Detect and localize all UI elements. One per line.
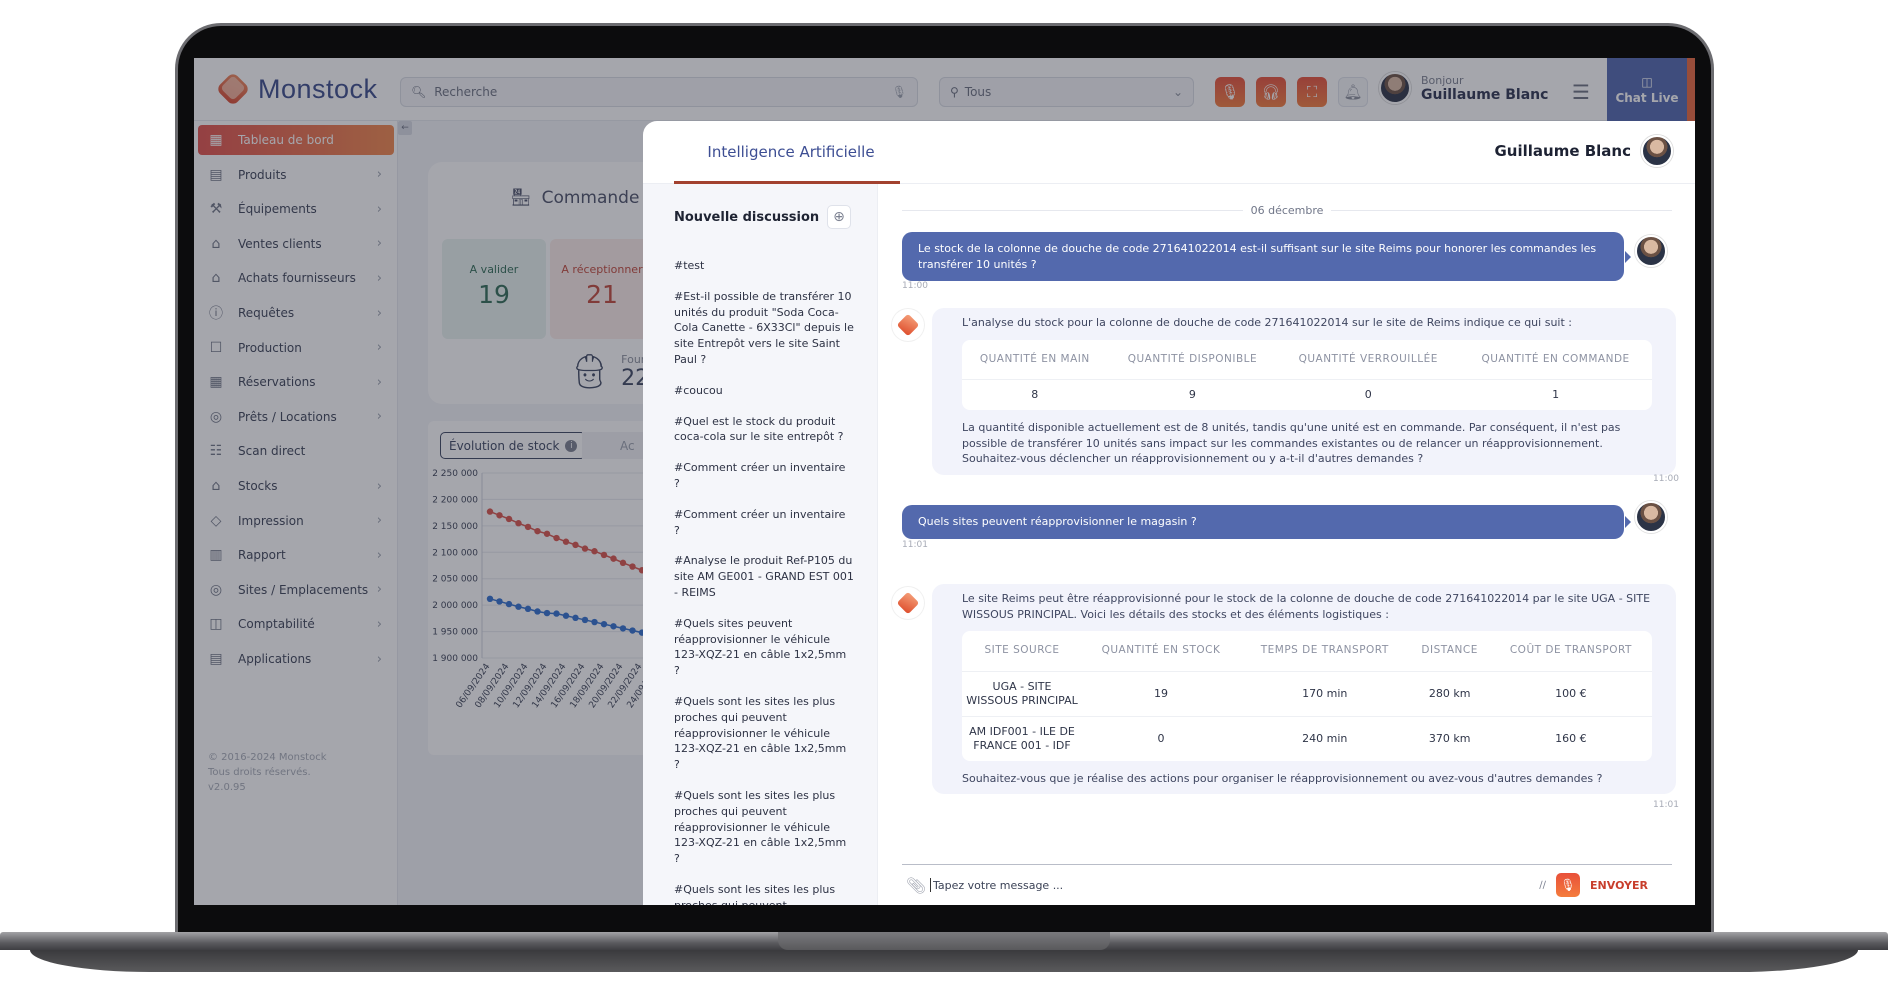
table-cell: 370 km	[1428, 731, 1471, 745]
microphone-icon: 🎙︎	[1560, 878, 1576, 892]
user-message: Le stock de la colonne de douche de code…	[902, 232, 1631, 281]
conversation-list: Nouvelle discussion ⊕ #test #Est-il possi…	[643, 184, 878, 905]
table-header: QUANTITÉ EN STOCK	[1082, 631, 1240, 672]
paperclip-icon[interactable]: 📎︎	[902, 876, 930, 895]
avatar	[1641, 135, 1673, 167]
ai-header: Intelligence Artificielle Guillaume Blan…	[643, 121, 1695, 184]
bot-avatar-icon	[892, 309, 924, 341]
user-message: Quels sites peuvent réapprovisionner le …	[902, 505, 1631, 539]
table-header: QUANTITÉ EN MAIN	[962, 339, 1108, 380]
avatar	[1635, 235, 1667, 267]
conversation-item[interactable]: #Quel est le stock du produit coca-cola …	[674, 414, 854, 446]
bot-message: Le site Reims peut être réapprovisionné …	[932, 584, 1676, 794]
message-input[interactable]	[930, 878, 1540, 892]
message-intro: Le site Reims peut être réapprovisionné …	[962, 592, 1651, 621]
table-row: 8 9 0 1	[962, 380, 1652, 411]
date-separator: 06 décembre	[902, 203, 1672, 217]
message-text: Quels sites peuvent réapprovisionner le …	[918, 515, 1197, 528]
new-discussion-label: Nouvelle discussion	[674, 210, 820, 225]
conversation-item[interactable]: #Quels sites peuvent réapprovisionner le…	[674, 616, 854, 679]
message-composer: 📎︎ ∕∕ 🎙︎ ENVOYER	[902, 865, 1672, 905]
ai-user: Guillaume Blanc	[1494, 135, 1673, 167]
table-cell: AM IDF001 - ILE DE FRANCE 001 - IDF	[969, 724, 1075, 752]
table-cell: 240 min	[1302, 731, 1348, 745]
laptop-notch	[778, 932, 1110, 950]
message-intro: L'analyse du stock pour la colonne de do…	[962, 316, 1572, 329]
table-row: AM IDF001 - ILE DE FRANCE 001 - IDF 0 240 …	[962, 716, 1652, 761]
conversation-item[interactable]: #Quels sont les sites les plus proches q…	[674, 788, 854, 867]
table-cell: 0	[1157, 731, 1165, 745]
conversation-item[interactable]: #Comment créer un inventaire ?	[674, 460, 854, 492]
resize-handle-icon[interactable]: ∕∕	[1539, 880, 1546, 891]
sites-table: SITE SOURCE QUANTITÉ EN STOCK TEMPS DE TRA…	[962, 631, 1652, 761]
bot-avatar-icon	[892, 587, 924, 619]
ai-panel: Intelligence Artificielle Guillaume Blan…	[643, 121, 1695, 905]
table-header: DISTANCE	[1409, 631, 1490, 672]
conversation-item[interactable]: #test	[674, 258, 854, 274]
table-header: QUANTITÉ EN COMMANDE	[1459, 339, 1652, 380]
table-cell: 100 €	[1489, 671, 1652, 717]
conversation-items: #test #Est-il possible de transférer 10 u…	[674, 258, 854, 905]
chat-area: 06 décembre Le stock de la colonne de do…	[878, 184, 1695, 905]
conversation-item[interactable]: #Quels sont les sites les plus proches q…	[674, 882, 854, 905]
tab-ai[interactable]: Intelligence Artificielle	[675, 143, 907, 184]
table-cell: 1	[1552, 388, 1560, 401]
laptop-bottom	[30, 950, 1858, 972]
conversation-item[interactable]: #Est-il possible de transférer 10 unités…	[674, 289, 854, 368]
plus-circle-icon: ⊕	[833, 209, 845, 225]
voice-input-button[interactable]: 🎙︎	[1556, 873, 1581, 897]
send-button[interactable]: ENVOYER	[1590, 879, 1648, 892]
new-discussion-button[interactable]: ⊕	[827, 205, 851, 229]
table-cell: 8	[1031, 388, 1039, 401]
table-cell: UGA - SITE WISSOUS PRINCIPAL	[962, 671, 1082, 717]
table-row: UGA - SITE WISSOUS PRINCIPAL 19 170 min 280…	[962, 671, 1652, 717]
conversation-item[interactable]: #Analyse le produit Ref-P105 du site AM …	[674, 553, 854, 600]
avatar	[1635, 501, 1667, 533]
message-time: 11:01	[902, 540, 928, 550]
table-cell: 0	[1364, 388, 1372, 401]
table-cell: 160 €	[1555, 731, 1587, 745]
ai-user-name: Guillaume Blanc	[1494, 142, 1631, 160]
message-outro: Souhaitez-vous que je réalise des action…	[962, 771, 1603, 785]
message-outro: La quantité disponible actuellement est …	[962, 421, 1621, 465]
stock-table: QUANTITÉ EN MAIN QUANTITÉ DISPONIBLE QUANT…	[962, 339, 1652, 411]
bot-message: L'analyse du stock pour la colonne de do…	[932, 308, 1676, 475]
message-time: 11:00	[902, 281, 928, 291]
date-label: 06 décembre	[1250, 203, 1324, 217]
screen: Monstock 🔍︎ Recherche 🎙︎ ⚲ Tous ⌄ 🎙︎ 🎧︎ …	[194, 58, 1695, 905]
table-header: QUANTITÉ DISPONIBLE	[1107, 339, 1278, 380]
table-cell: 170 min	[1239, 671, 1410, 717]
conversation-item[interactable]: #Comment créer un inventaire ?	[674, 507, 854, 539]
conversation-item[interactable]: #coucou	[674, 383, 854, 399]
table-cell: 19	[1082, 671, 1240, 717]
message-time: 11:00	[1653, 474, 1679, 484]
message-time: 11:01	[1653, 800, 1679, 810]
table-header: SITE SOURCE	[962, 631, 1082, 672]
message-text: Le stock de la colonne de douche de code…	[918, 242, 1597, 271]
conversation-item[interactable]: #Quels sont les sites les plus proches q…	[674, 694, 854, 773]
table-header: TEMPS DE TRANSPORT	[1239, 631, 1410, 672]
table-header: QUANTITÉ VERROUILLÉE	[1277, 339, 1460, 380]
table-cell: 280 km	[1409, 671, 1490, 717]
table-cell: 9	[1188, 388, 1196, 401]
table-header: COÛT DE TRANSPORT	[1489, 631, 1652, 672]
